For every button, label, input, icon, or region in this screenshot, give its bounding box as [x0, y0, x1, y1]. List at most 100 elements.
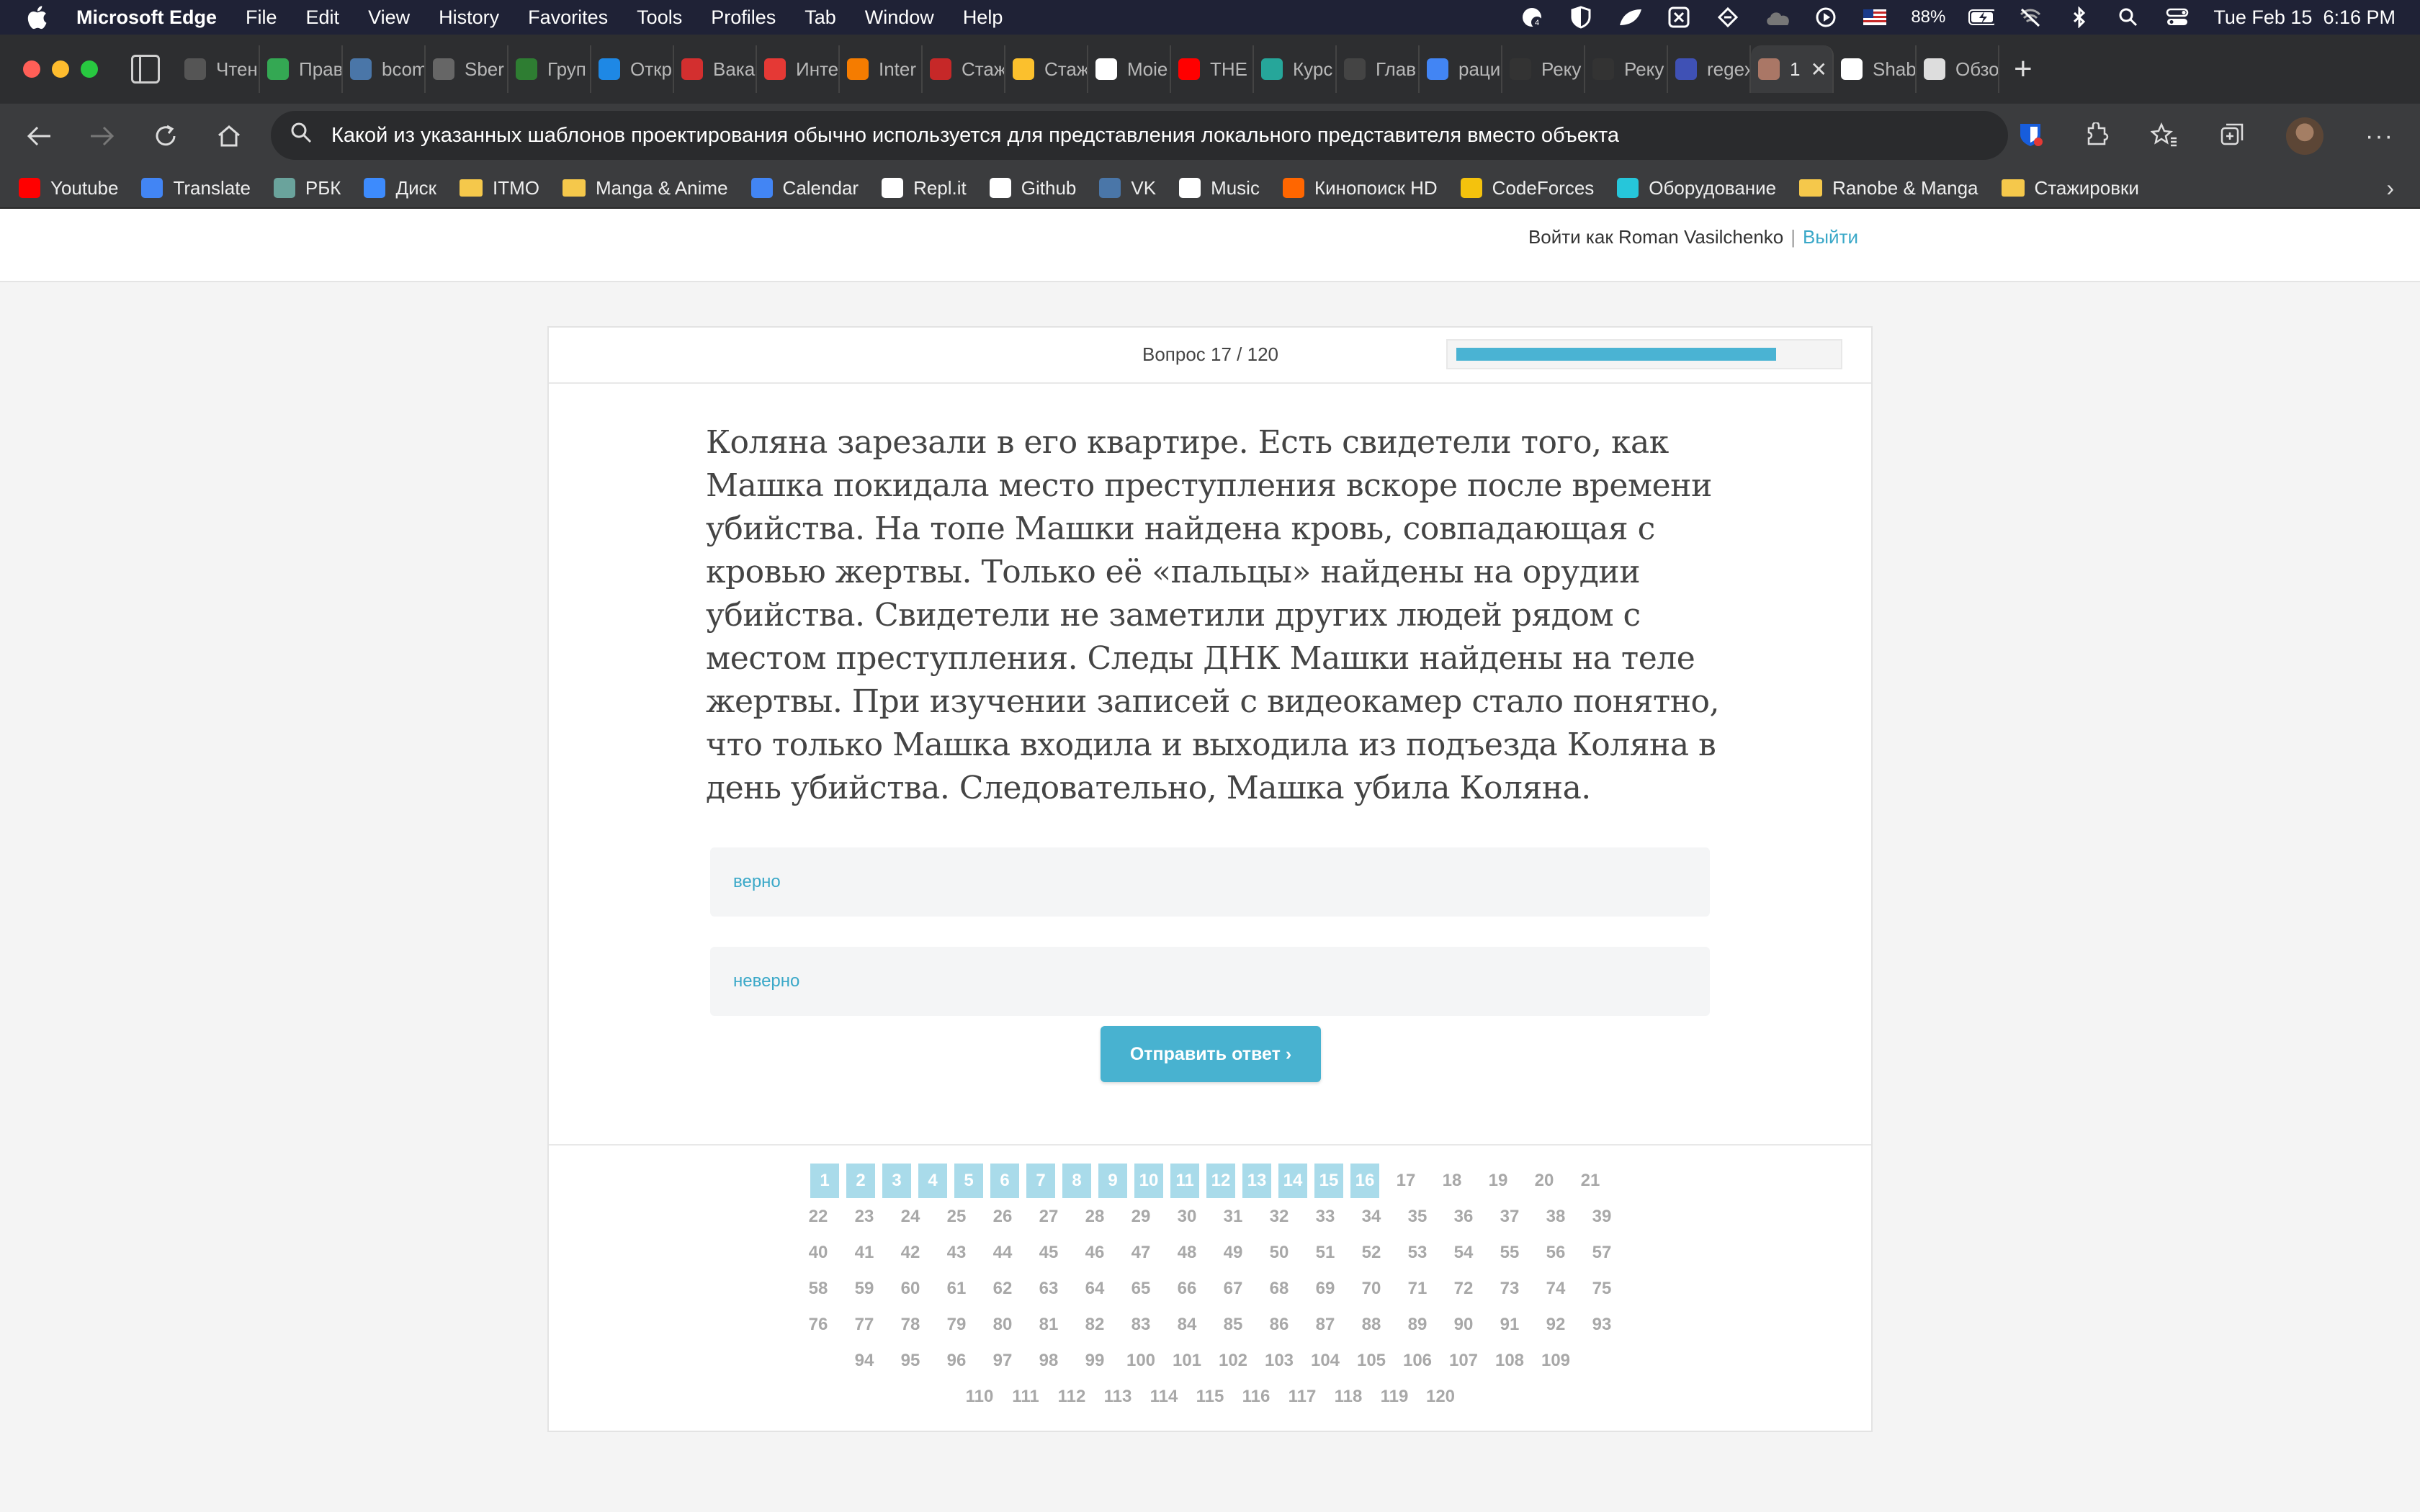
bookmark-item[interactable]: VK [1099, 177, 1156, 199]
address-bar[interactable]: Какой из указанных шаблонов проектирован… [271, 111, 2008, 160]
bookmark-item[interactable]: Manga & Anime [562, 177, 728, 199]
question-page-43[interactable]: 43 [937, 1236, 976, 1270]
shield-icon[interactable] [1568, 6, 1594, 29]
apple-icon[interactable] [26, 5, 58, 30]
question-page-29[interactable]: 29 [1121, 1200, 1160, 1234]
question-page-65[interactable]: 65 [1121, 1272, 1160, 1306]
active-app-name[interactable]: Microsoft Edge [76, 6, 217, 29]
question-page-105[interactable]: 105 [1352, 1344, 1391, 1378]
question-page-3[interactable]: 3 [882, 1164, 911, 1198]
bookmark-item[interactable]: Music [1179, 177, 1260, 199]
question-page-21[interactable]: 21 [1571, 1164, 1610, 1198]
question-page-76[interactable]: 76 [799, 1308, 838, 1342]
answer-option-false[interactable]: неверно [710, 947, 1710, 1016]
browser-tab[interactable]: Чтен [177, 45, 260, 93]
question-page-31[interactable]: 31 [1214, 1200, 1252, 1234]
question-page-71[interactable]: 71 [1398, 1272, 1437, 1306]
question-page-113[interactable]: 113 [1098, 1380, 1137, 1414]
bookmark-item[interactable]: Стажировки [2001, 177, 2139, 199]
browser-tab[interactable]: Инте [757, 45, 840, 93]
question-page-52[interactable]: 52 [1352, 1236, 1391, 1270]
question-page-11[interactable]: 11 [1170, 1164, 1199, 1198]
question-page-20[interactable]: 20 [1525, 1164, 1564, 1198]
menu-tools[interactable]: Tools [637, 6, 682, 29]
question-page-5[interactable]: 5 [954, 1164, 983, 1198]
question-page-32[interactable]: 32 [1260, 1200, 1299, 1234]
question-page-6[interactable]: 6 [990, 1164, 1019, 1198]
favorites-icon[interactable] [2150, 122, 2178, 150]
question-page-58[interactable]: 58 [799, 1272, 838, 1306]
question-page-69[interactable]: 69 [1306, 1272, 1345, 1306]
question-page-22[interactable]: 22 [799, 1200, 838, 1234]
question-page-111[interactable]: 111 [1006, 1380, 1045, 1414]
browser-tab[interactable]: Глав [1337, 45, 1420, 93]
new-tab-button[interactable]: + [2014, 51, 2033, 87]
question-page-2[interactable]: 2 [846, 1164, 875, 1198]
bookmark-item[interactable]: Youtube [19, 177, 118, 199]
question-page-28[interactable]: 28 [1075, 1200, 1114, 1234]
refresh-button[interactable] [134, 104, 197, 168]
question-page-89[interactable]: 89 [1398, 1308, 1437, 1342]
question-page-93[interactable]: 93 [1582, 1308, 1621, 1342]
question-page-18[interactable]: 18 [1433, 1164, 1471, 1198]
question-page-120[interactable]: 120 [1421, 1380, 1460, 1414]
question-page-102[interactable]: 102 [1214, 1344, 1252, 1378]
question-page-85[interactable]: 85 [1214, 1308, 1252, 1342]
bookmark-item[interactable]: CodeForces [1460, 177, 1594, 199]
question-page-79[interactable]: 79 [937, 1308, 976, 1342]
answer-option-true[interactable]: верно [710, 847, 1710, 917]
question-page-59[interactable]: 59 [845, 1272, 884, 1306]
play-icon[interactable] [1813, 6, 1839, 28]
question-page-35[interactable]: 35 [1398, 1200, 1437, 1234]
question-page-45[interactable]: 45 [1029, 1236, 1068, 1270]
question-page-40[interactable]: 40 [799, 1236, 838, 1270]
question-page-12[interactable]: 12 [1206, 1164, 1235, 1198]
question-page-16[interactable]: 16 [1350, 1164, 1379, 1198]
question-page-97[interactable]: 97 [983, 1344, 1022, 1378]
question-page-107[interactable]: 107 [1444, 1344, 1483, 1378]
browser-tab[interactable]: Стаж [923, 45, 1005, 93]
question-page-100[interactable]: 100 [1121, 1344, 1160, 1378]
bookmark-item[interactable]: Диск [364, 177, 436, 199]
more-menu-icon[interactable]: ··· [2365, 122, 2394, 150]
clock[interactable]: Tue Feb 15 6:16 PM [2213, 6, 2396, 29]
collections-icon[interactable] [2220, 122, 2244, 150]
menu-window[interactable]: Window [865, 6, 934, 29]
question-page-36[interactable]: 36 [1444, 1200, 1483, 1234]
question-page-81[interactable]: 81 [1029, 1308, 1068, 1342]
menu-profiles[interactable]: Profiles [711, 6, 776, 29]
home-button[interactable] [197, 104, 261, 168]
question-page-30[interactable]: 30 [1168, 1200, 1206, 1234]
question-page-46[interactable]: 46 [1075, 1236, 1114, 1270]
menu-file[interactable]: File [246, 6, 277, 29]
us-flag-icon[interactable] [1862, 6, 1888, 28]
question-page-77[interactable]: 77 [845, 1308, 884, 1342]
question-page-38[interactable]: 38 [1536, 1200, 1575, 1234]
browser-tab[interactable]: Курс [1254, 45, 1337, 93]
spotlight-search-icon[interactable] [2115, 6, 2141, 28]
question-page-49[interactable]: 49 [1214, 1236, 1252, 1270]
question-page-88[interactable]: 88 [1352, 1308, 1391, 1342]
question-page-83[interactable]: 83 [1121, 1308, 1160, 1342]
question-page-64[interactable]: 64 [1075, 1272, 1114, 1306]
question-page-26[interactable]: 26 [983, 1200, 1022, 1234]
bookmark-item[interactable]: Repl.it [882, 177, 967, 199]
browser-tab[interactable]: THE [1171, 45, 1254, 93]
browser-tab[interactable]: Sber [426, 45, 508, 93]
question-page-72[interactable]: 72 [1444, 1272, 1483, 1306]
question-page-25[interactable]: 25 [937, 1200, 976, 1234]
question-page-96[interactable]: 96 [937, 1344, 976, 1378]
browser-tab[interactable]: Откр [591, 45, 674, 93]
question-page-19[interactable]: 19 [1479, 1164, 1518, 1198]
profile-avatar[interactable] [2286, 117, 2324, 155]
bookmark-item[interactable]: ITMO [459, 177, 539, 199]
question-page-62[interactable]: 62 [983, 1272, 1022, 1306]
question-page-78[interactable]: 78 [891, 1308, 930, 1342]
browser-tab[interactable]: Обзо [1917, 45, 1999, 93]
question-page-116[interactable]: 116 [1237, 1380, 1276, 1414]
question-page-70[interactable]: 70 [1352, 1272, 1391, 1306]
browser-tab[interactable]: Shab [1834, 45, 1917, 93]
question-page-99[interactable]: 99 [1075, 1344, 1114, 1378]
question-page-27[interactable]: 27 [1029, 1200, 1068, 1234]
question-page-108[interactable]: 108 [1490, 1344, 1529, 1378]
